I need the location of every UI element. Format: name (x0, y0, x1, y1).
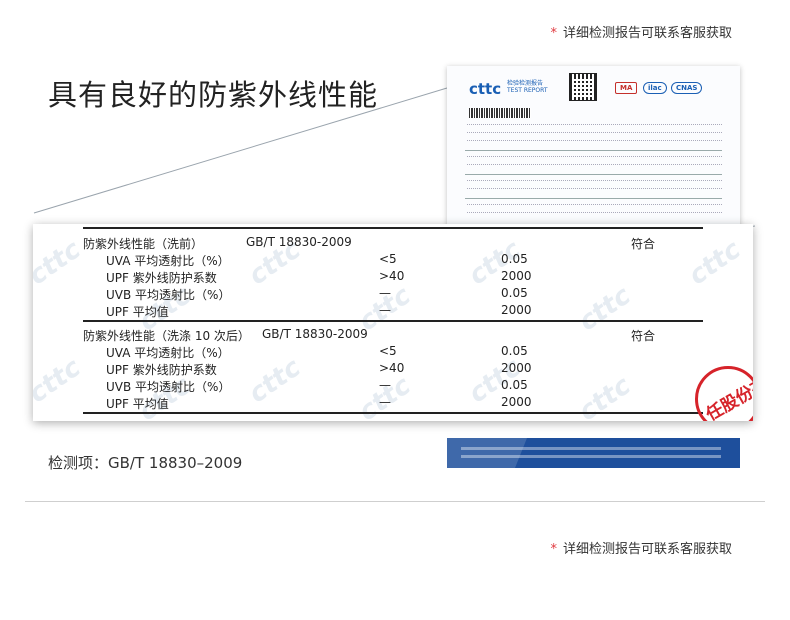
test-report-image: cttc 检验检测报告 TEST REPORT MA ilac CNAS (447, 66, 740, 228)
report-text-line (467, 164, 722, 169)
item-requirement: — (379, 286, 391, 300)
item-requirement: — (379, 303, 391, 317)
report-text-line (467, 212, 722, 217)
item-requirement: <5 (379, 252, 397, 266)
item-value: 0.05 (501, 378, 528, 392)
item-name: UVB 平均透射比（%） (106, 288, 231, 302)
item-name: UPF 平均值 (106, 305, 169, 319)
item-value: 2000 (501, 395, 532, 409)
table-row: UVB 平均透射比（%） — 0.05 (33, 378, 753, 395)
table-rule (83, 412, 703, 414)
table-row: UPF 紫外线防护系数 >40 2000 (33, 269, 753, 286)
section-title: 防紫外线性能（洗前） (83, 237, 204, 251)
table-row: UVB 平均透射比（%） — 0.05 (33, 286, 753, 303)
report-text-line (467, 140, 722, 145)
connector-line-top (33, 87, 448, 214)
stamp-text: 任股份有 (702, 374, 753, 421)
report-note-bottom: * 详细检测报告可联系客服获取 (550, 538, 732, 557)
cttc-logo: cttc (469, 80, 502, 98)
item-requirement: >40 (379, 361, 405, 375)
test-item-label: 检测项：GB/T 18830–2009 (48, 454, 243, 472)
qr-code-icon (569, 73, 597, 101)
section-standard: GB/T 18830-2009 (246, 235, 352, 249)
table-rule (83, 320, 703, 322)
test-report-footer (447, 438, 740, 468)
footer-text-line (461, 447, 721, 450)
table-row: UVA 平均透射比（%） <5 0.05 (33, 252, 753, 269)
asterisk: * (550, 542, 557, 557)
ilac-mark-icon: ilac (643, 82, 667, 94)
table-row: UPF 平均值 — 2000 (33, 395, 753, 412)
table-row: UPF 紫外线防护系数 >40 2000 (33, 361, 753, 378)
report-rule (465, 198, 722, 199)
section-title: 防紫外线性能（洗涤 10 次后） (83, 329, 250, 343)
footer-text-line (461, 455, 721, 458)
cnas-mark-icon: CNAS (671, 82, 703, 94)
item-name: UPF 紫外线防护系数 (106, 271, 217, 285)
item-name: UPF 紫外线防护系数 (106, 363, 217, 377)
section-header-row: 防紫外线性能（洗涤 10 次后） GB/T 18830-2009 符合 (33, 327, 753, 344)
report-rule (465, 174, 722, 175)
item-name: UPF 平均值 (106, 397, 169, 411)
table-row: UVA 平均透射比（%） <5 0.05 (33, 344, 753, 361)
item-requirement: <5 (379, 344, 397, 358)
report-rule (465, 150, 722, 151)
report-text-line (467, 204, 722, 209)
item-value: 2000 (501, 361, 532, 375)
note-text: 详细检测报告可联系客服获取 (562, 542, 732, 557)
item-name: UVA 平均透射比（%） (106, 254, 230, 268)
cma-mark-icon: MA (615, 82, 638, 94)
report-text-line (467, 188, 722, 193)
item-name: UVA 平均透射比（%） (106, 346, 230, 360)
table-row: UPF 平均值 — 2000 (33, 303, 753, 320)
item-value: 2000 (501, 269, 532, 283)
report-logo-subtitle-line: 检验检测报告 (507, 80, 544, 87)
barcode-icon (469, 108, 531, 118)
report-text-line (467, 180, 722, 185)
report-logo-subtitle: 检验检测报告 TEST REPORT (507, 80, 548, 94)
item-value: 0.05 (501, 252, 528, 266)
section-result: 符合 (631, 329, 656, 343)
report-text-line (467, 124, 722, 129)
table-rule (83, 227, 703, 229)
section-divider (25, 501, 765, 502)
report-text-line (467, 132, 722, 137)
item-requirement: — (379, 395, 391, 409)
section-header-row: 防紫外线性能（洗前） GB/T 18830-2009 符合 (33, 235, 753, 252)
item-requirement: >40 (379, 269, 405, 283)
uv-protection-results-table: cttc cttc cttc cttc cttc cttc cttc cttc … (33, 224, 753, 421)
section-standard: GB/T 18830-2009 (262, 327, 368, 341)
report-logo-subtitle-line: TEST REPORT (507, 87, 548, 94)
item-name: UVB 平均透射比（%） (106, 380, 231, 394)
item-value: 2000 (501, 303, 532, 317)
section-result: 符合 (631, 237, 656, 251)
report-text-line (467, 156, 722, 161)
item-requirement: — (379, 378, 391, 392)
item-value: 0.05 (501, 344, 528, 358)
item-value: 0.05 (501, 286, 528, 300)
